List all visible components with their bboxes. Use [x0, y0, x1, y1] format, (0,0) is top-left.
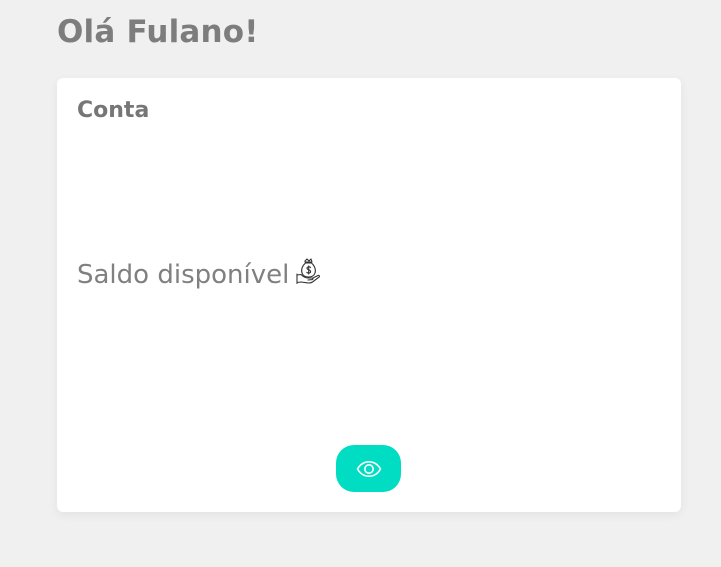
account-card: Conta Saldo disponível	[57, 78, 681, 512]
card-title: Conta	[77, 98, 150, 123]
page: Olá Fulano! Conta Saldo disponível	[0, 0, 721, 567]
money-bag-icon	[295, 257, 321, 285]
greeting-title: Olá Fulano!	[57, 14, 259, 50]
balance-row: Saldo disponível	[77, 257, 321, 290]
eye-icon	[356, 460, 382, 478]
toggle-balance-visibility-button[interactable]	[336, 445, 401, 492]
balance-label: Saldo disponível	[77, 260, 290, 290]
